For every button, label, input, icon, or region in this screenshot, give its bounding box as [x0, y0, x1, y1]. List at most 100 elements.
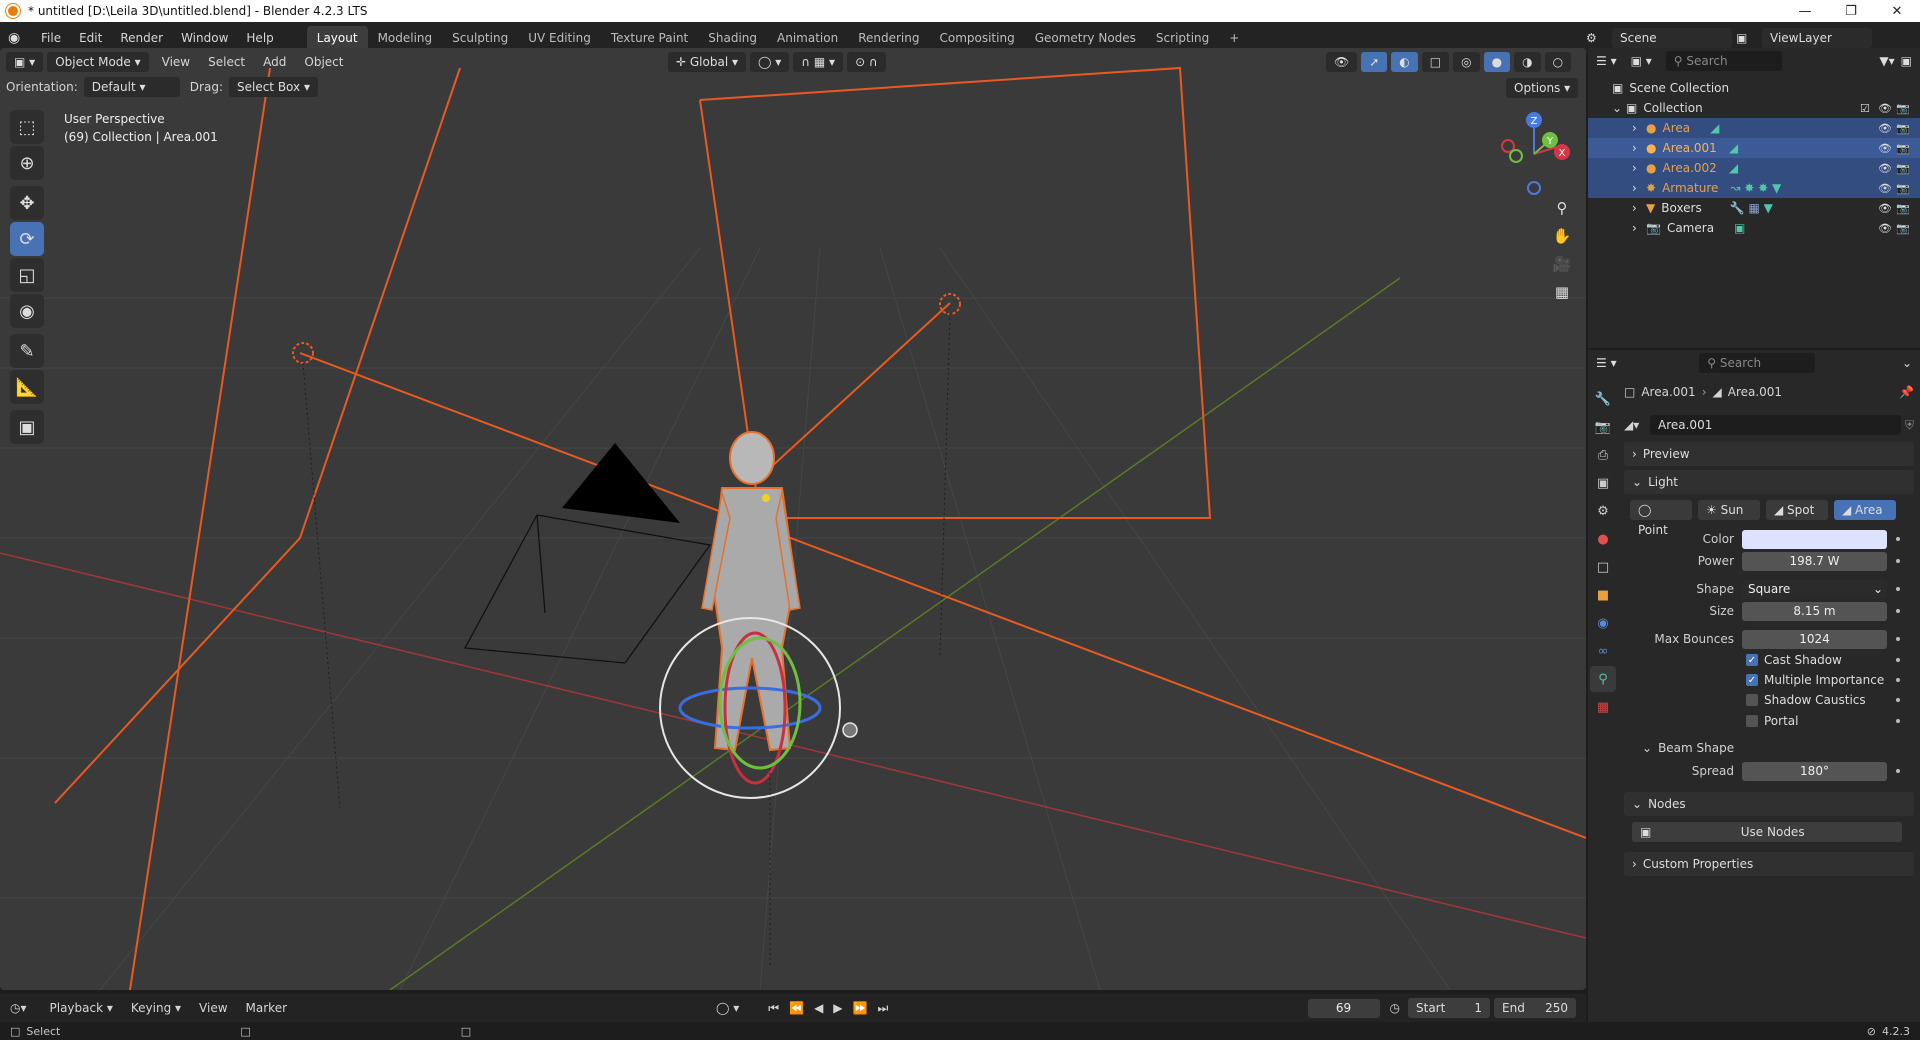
render-tab-icon[interactable]: 📷 — [1590, 414, 1616, 440]
orientation-selector[interactable]: Default ▾ — [83, 77, 180, 97]
datablock-browse-icon[interactable]: ◢▾ — [1624, 418, 1650, 432]
tab-compositing[interactable]: Compositing — [929, 26, 1024, 50]
select-box-tool-icon[interactable]: ⬚ — [10, 110, 44, 144]
modifier-icons[interactable]: 🔧 ▦ ▼ — [1730, 201, 1773, 215]
auto-keying-icon[interactable]: ◯ ▾ — [716, 1001, 739, 1015]
play-reverse-icon[interactable]: ◀ — [814, 1001, 823, 1015]
expand-icon[interactable]: › — [1632, 141, 1646, 155]
close-icon[interactable]: ✕ — [1874, 4, 1920, 19]
visibility-eye-icon[interactable]: 👁 — [1878, 202, 1892, 215]
menu-select[interactable]: Select — [199, 51, 254, 73]
outliner-item-area-001[interactable]: › ● Area.001 ◢ 👁 📷 — [1588, 138, 1920, 158]
jump-start-icon[interactable]: ⏮ — [768, 1001, 779, 1016]
menu-object[interactable]: Object — [295, 51, 352, 73]
shadow-caustics-row[interactable]: Shadow Caustics — [1624, 690, 1914, 710]
next-keyframe-icon[interactable]: ⏩ — [853, 1001, 868, 1015]
start-frame-field[interactable]: Start 1 — [1408, 998, 1490, 1018]
snap-icon[interactable]: ∩ ▦ ▾ — [793, 52, 844, 72]
light-data-tab-icon[interactable]: ⚲ — [1590, 666, 1616, 692]
outliner-item-area[interactable]: › ● Area ◢ 👁 📷 — [1588, 118, 1920, 138]
render-camera-icon[interactable]: 📷 — [1896, 122, 1910, 135]
outliner-search-field[interactable]: ⚲ Search — [1665, 51, 1782, 71]
camera-data-icon[interactable]: ▣ — [1734, 221, 1745, 235]
gizmo-toggle-icon[interactable]: ➚ — [1361, 52, 1388, 72]
tab-texture-paint[interactable]: Texture Paint — [601, 26, 698, 50]
keyframe-dot-icon[interactable] — [1896, 609, 1900, 613]
transform-tool-icon[interactable]: ◉ — [10, 294, 44, 328]
add-cube-tool-icon[interactable]: ▣ — [10, 410, 44, 444]
object-tab-icon[interactable]: ■ — [1590, 582, 1616, 608]
maximize-icon[interactable]: ❐ — [1828, 4, 1874, 19]
menu-marker[interactable]: Marker — [237, 997, 296, 1019]
multiple-importance-row[interactable]: ✓ Multiple Importance — [1624, 670, 1914, 690]
outliner-item-area-002[interactable]: › ● Area.002 ◢ 👁 📷 — [1588, 158, 1920, 178]
cursor-tool-icon[interactable]: ⊕ — [10, 146, 44, 180]
keyframe-dot-icon[interactable] — [1896, 587, 1900, 591]
menu-add[interactable]: Add — [254, 51, 295, 73]
tab-animation[interactable]: Animation — [767, 26, 848, 50]
xray-icon[interactable]: □ — [1421, 52, 1450, 72]
viewlayer-icon[interactable]: ▣ — [1736, 31, 1762, 45]
render-camera-icon[interactable]: 📷 — [1896, 142, 1910, 155]
properties-options-icon[interactable]: ⌄ — [1902, 356, 1912, 370]
cast-shadow-checkbox[interactable]: ✓ — [1746, 654, 1758, 666]
expand-icon[interactable]: › — [1632, 201, 1646, 215]
spread-field[interactable]: 180° — [1742, 761, 1887, 781]
filter-icon[interactable]: ▼▾ — [1879, 54, 1894, 68]
play-icon[interactable]: ▶ — [833, 1001, 842, 1015]
minimize-icon[interactable]: — — [1782, 4, 1828, 19]
color-swatch[interactable] — [1742, 529, 1887, 549]
expand-icon[interactable]: › — [1632, 181, 1646, 195]
prev-keyframe-icon[interactable]: ⏪ — [789, 1001, 804, 1015]
texture-tab-icon[interactable]: ▦ — [1590, 694, 1616, 720]
mode-selector[interactable]: Object Mode ▾ — [47, 52, 149, 72]
light-type-point[interactable]: ◯ Point — [1630, 500, 1692, 537]
scene-collection-row[interactable]: ▣ Scene Collection — [1588, 78, 1920, 98]
multiple-importance-checkbox[interactable]: ✓ — [1746, 674, 1758, 686]
tab-uv-editing[interactable]: UV Editing — [518, 26, 601, 50]
constraints-tab-icon[interactable]: ∞ — [1590, 638, 1616, 664]
proportional-edit-icon[interactable]: ⊙ ∩ — [847, 52, 886, 72]
transform-orientation-selector[interactable]: ✛ Global ▾ — [668, 52, 746, 72]
datablock-name-field[interactable]: Area.001 — [1650, 415, 1901, 435]
max-bounces-field[interactable]: 1024 — [1742, 629, 1887, 649]
timeline-editor-icon[interactable]: ◷▾ — [10, 1001, 27, 1015]
keyframe-dot-icon[interactable] — [1896, 559, 1900, 563]
menu-help[interactable]: Help — [237, 27, 282, 49]
light-type-spot[interactable]: ◢ Spot — [1766, 500, 1828, 520]
light-data-icon[interactable]: ◢ — [1729, 161, 1738, 175]
properties-editor-icon[interactable]: ☰ ▾ — [1596, 356, 1617, 370]
drag-selector[interactable]: Select Box ▾ — [228, 77, 318, 97]
view-layer-tab-icon[interactable]: ▣ — [1590, 470, 1616, 496]
preview-range-icon[interactable]: ◷ — [1390, 1001, 1400, 1015]
expand-icon[interactable]: › — [1632, 161, 1646, 175]
render-camera-icon[interactable]: 📷 — [1896, 202, 1910, 215]
portal-checkbox[interactable] — [1746, 715, 1758, 727]
3d-viewport[interactable]: ▣ ▾ Object Mode ▾ View Select Add Object… — [0, 48, 1586, 990]
output-tab-icon[interactable]: ⎙ — [1590, 442, 1616, 468]
menu-window[interactable]: Window — [172, 27, 237, 49]
menu-edit[interactable]: Edit — [70, 27, 111, 49]
cast-shadow-row[interactable]: ✓ Cast Shadow — [1624, 650, 1914, 670]
scene-selector[interactable]: Scene — [1612, 28, 1732, 48]
keyframe-dot-icon[interactable] — [1896, 769, 1900, 773]
visibility-eye-icon[interactable]: 👁 — [1878, 182, 1892, 195]
tab-layout[interactable]: Layout — [306, 26, 368, 50]
current-frame-field[interactable]: 69 — [1307, 998, 1380, 1018]
options-button[interactable]: Options ▾ — [1506, 78, 1579, 98]
jump-end-icon[interactable]: ⏭ — [877, 1001, 888, 1016]
collection-row[interactable]: ⌄ ▣ Collection ☑ 👁 📷 — [1588, 98, 1920, 118]
keyframe-dot-icon[interactable] — [1896, 719, 1900, 723]
tab-modeling[interactable]: Modeling — [368, 26, 443, 50]
expand-icon[interactable]: › — [1632, 221, 1646, 235]
pan-hand-icon[interactable]: ✋ — [1548, 222, 1576, 250]
outliner-item-boxers[interactable]: › ▼ Boxers 🔧 ▦ ▼ 👁 📷 — [1588, 198, 1920, 218]
wireframe-shading-icon[interactable]: ◎ — [1453, 52, 1480, 72]
rendered-shading-icon[interactable]: ○ — [1544, 52, 1572, 72]
keyframe-dot-icon[interactable] — [1896, 637, 1900, 641]
overlay-toggle-icon[interactable]: ◐ — [1391, 52, 1418, 72]
render-camera-icon[interactable]: 📷 — [1896, 162, 1910, 175]
visibility-eye-icon[interactable]: 👁 — [1878, 142, 1892, 155]
world-tab-icon[interactable]: ● — [1590, 526, 1616, 552]
axis-gizmo[interactable]: Z Y X — [1486, 106, 1576, 196]
